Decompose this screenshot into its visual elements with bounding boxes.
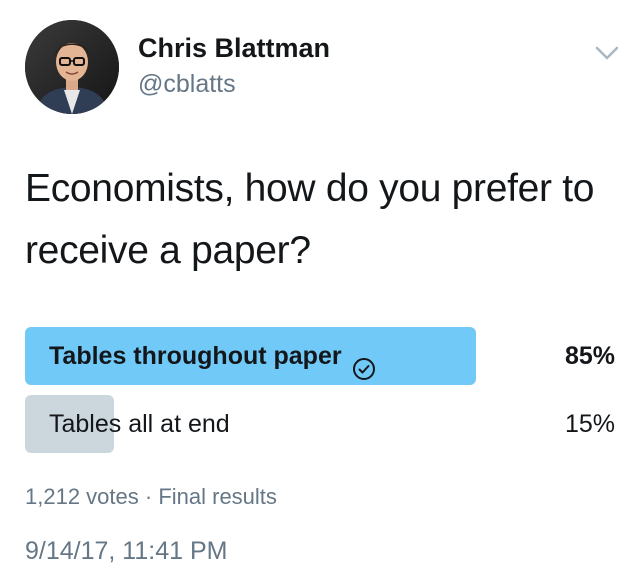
author-display-name[interactable]: Chris Blattman [138,33,330,64]
poll-vote-count: 1,212 votes [25,484,139,509]
poll-option-tables-at-end[interactable]: Tables all at end 15% [25,395,615,453]
poll-option-tables-throughout[interactable]: Tables throughout paper 85% [25,327,615,385]
tweet-timestamp[interactable]: 9/14/17, 11:41 PM [25,537,227,566]
poll-option-percent: 85% [564,342,615,370]
avatar[interactable] [25,20,119,114]
poll-meta-separator: · [144,484,153,509]
poll-meta: 1,212 votes · Final results [25,484,277,510]
poll-option-text: Tables all at end [49,410,230,438]
author-handle[interactable]: @cblatts [138,70,236,99]
chevron-down-icon[interactable] [593,43,621,63]
poll-status: Final results [158,484,277,509]
poll-option-percent: 15% [564,410,615,438]
poll-option-label: Tables all at end [49,395,230,453]
poll-option-label: Tables throughout paper [49,327,376,385]
check-circle-icon [352,344,376,380]
tweet-text: Economists, how do you prefer to receive… [25,167,595,272]
tweet-card: Chris Blattman @cblatts Economists, how … [0,0,640,585]
poll-option-text: Tables throughout paper [49,342,342,370]
